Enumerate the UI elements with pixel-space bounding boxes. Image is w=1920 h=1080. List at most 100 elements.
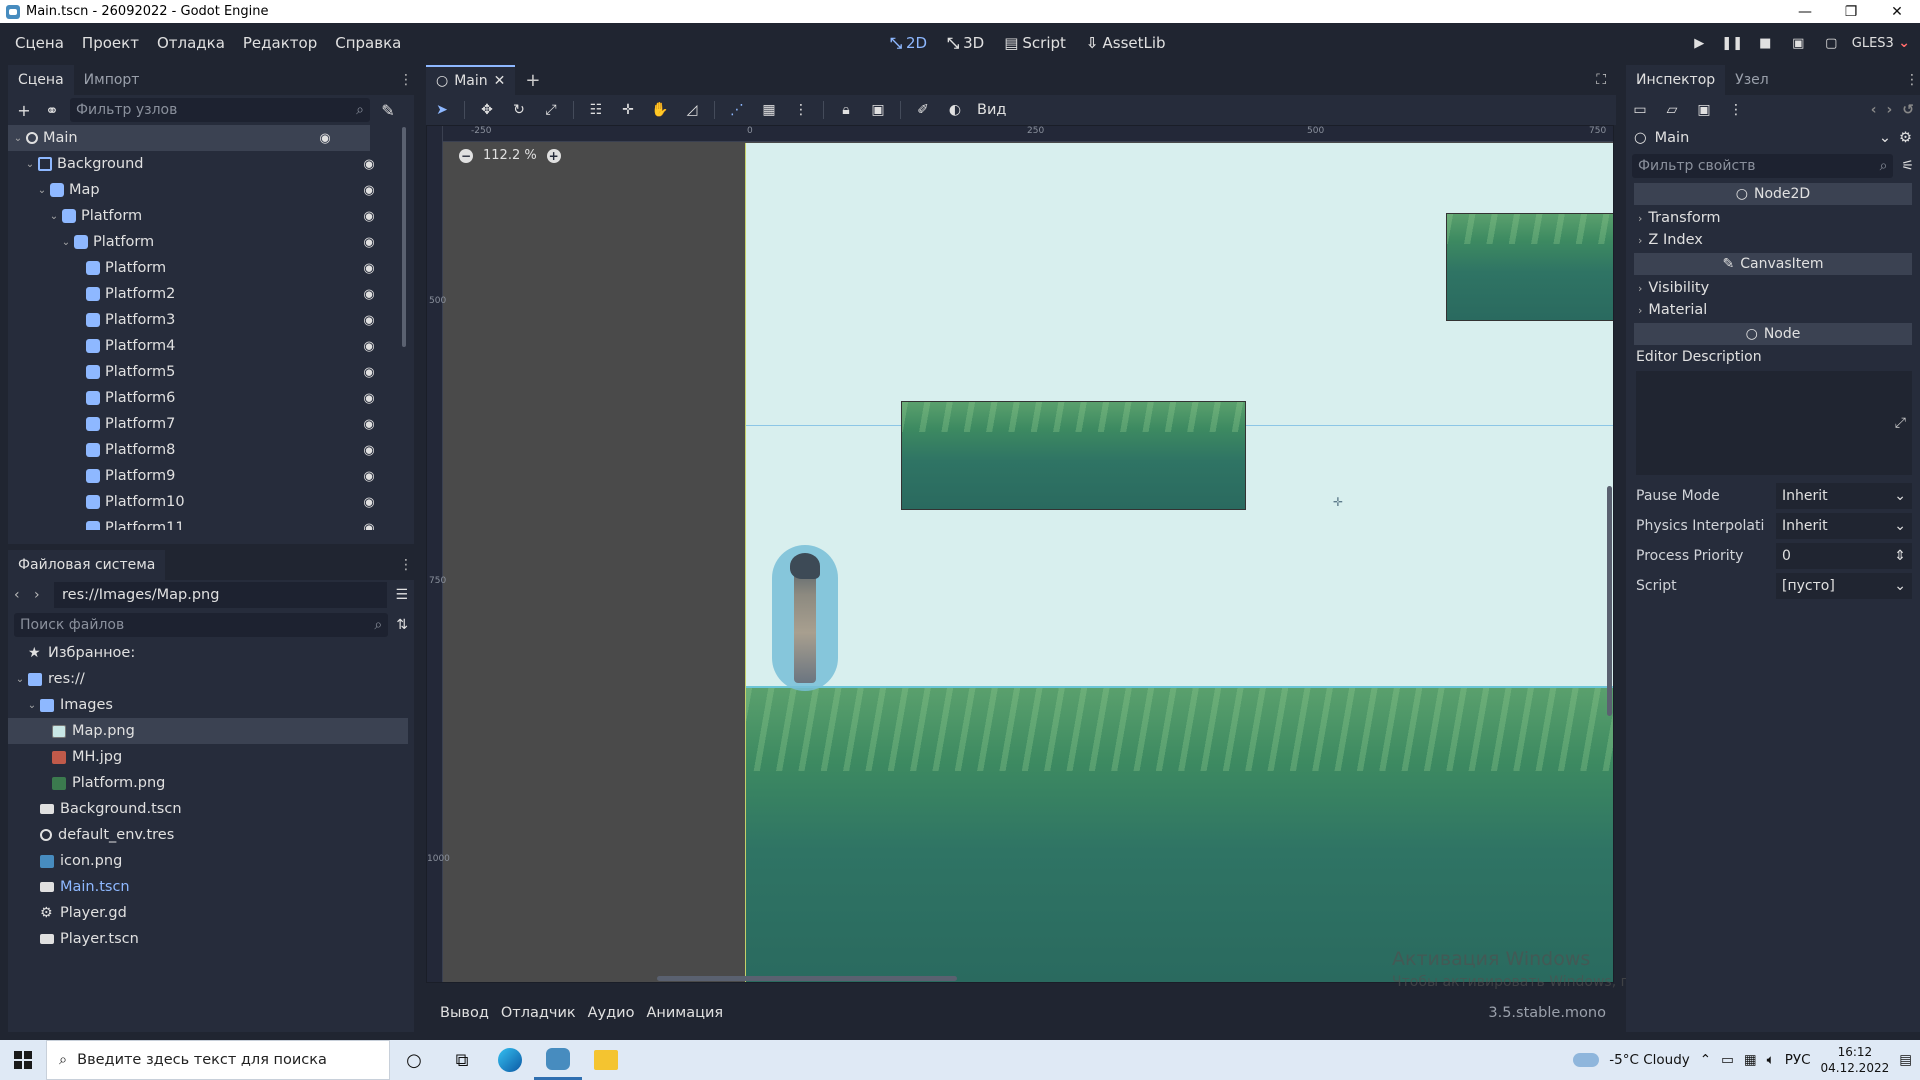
scene-tree-row[interactable]: Platform11 ◉ bbox=[8, 515, 414, 530]
file-row[interactable]: ⚙ Player.gd bbox=[8, 900, 414, 926]
visibility-eye-icon[interactable]: ◉ bbox=[360, 339, 378, 354]
group-icon[interactable]: ▣ bbox=[868, 102, 888, 118]
visibility-eye-icon[interactable]: ◉ bbox=[360, 209, 378, 224]
canvas-viewport[interactable]: -250 0 250 500 750 500 750 1000 − 112.2 … bbox=[426, 125, 1614, 983]
scene-tree-row[interactable]: ⌄ Map ◉ bbox=[8, 177, 414, 203]
scene-tree-row[interactable]: ⌄ Platform ◉ bbox=[8, 203, 414, 229]
tab-import[interactable]: Импорт bbox=[74, 65, 150, 95]
property-dropdown[interactable]: Inherit ⌄ bbox=[1776, 513, 1912, 539]
zoom-in-icon[interactable]: + bbox=[546, 148, 561, 163]
close-window-button[interactable]: ✕ bbox=[1874, 0, 1920, 23]
menu-debug[interactable]: Отладка bbox=[148, 34, 234, 52]
save-icon[interactable]: ▣ bbox=[1696, 102, 1712, 118]
start-button[interactable] bbox=[0, 1040, 46, 1080]
vertical-scrollbar[interactable] bbox=[1607, 486, 1612, 716]
property-filter-input[interactable]: Фильтр свойств ⌕ bbox=[1632, 154, 1894, 178]
notifications-icon[interactable]: ▤ bbox=[1899, 1052, 1912, 1068]
scene-tree-row[interactable]: ⌄ Platform ◉ bbox=[8, 229, 414, 255]
chevron-down-icon[interactable]: ⌄ bbox=[12, 133, 24, 144]
scale-tool-icon[interactable]: ⤢ bbox=[541, 102, 561, 118]
menu-project[interactable]: Проект bbox=[73, 34, 148, 52]
visibility-eye-icon[interactable]: ◉ bbox=[360, 235, 378, 250]
visibility-eye-icon[interactable]: ◉ bbox=[360, 365, 378, 380]
dock-menu-icon[interactable]: ⋮ bbox=[1904, 72, 1920, 88]
tab-debugger[interactable]: Отладчик bbox=[495, 1005, 582, 1021]
zoom-level[interactable]: 112.2 % bbox=[483, 148, 537, 163]
script-attach-icon[interactable]: ✎ bbox=[378, 101, 398, 120]
scene-tree-row[interactable]: ⌄ Background ◉ bbox=[8, 151, 414, 177]
inspected-object[interactable]: ○ Main ⌄ ⚙ bbox=[1626, 125, 1920, 151]
rotate-tool-icon[interactable]: ↻ bbox=[509, 102, 529, 118]
chevron-down-icon[interactable]: ⌄ bbox=[36, 185, 48, 196]
tab-node[interactable]: Узел bbox=[1725, 65, 1779, 95]
chevron-down-icon[interactable]: ⌄ bbox=[24, 159, 36, 170]
lock-icon[interactable]: 🔒︎ bbox=[836, 102, 856, 118]
group-z-index[interactable]: › Z Index bbox=[1626, 229, 1920, 251]
tab-filesystem[interactable]: Файловая система bbox=[8, 550, 166, 580]
history-icon[interactable]: ↺ bbox=[1902, 102, 1914, 118]
file-row[interactable]: ⌄ res:// bbox=[8, 666, 414, 692]
file-row[interactable]: Platform.png bbox=[8, 770, 414, 796]
group-transform[interactable]: › Transform bbox=[1626, 207, 1920, 229]
pause-icon[interactable]: ❚❚ bbox=[1716, 36, 1749, 51]
file-row[interactable]: ⌄ Images bbox=[8, 692, 414, 718]
expand-icon[interactable]: ⤢ bbox=[1895, 415, 1906, 431]
battery-icon[interactable]: ▭ bbox=[1721, 1052, 1734, 1068]
link-icon[interactable]: ⚭ bbox=[42, 101, 62, 120]
minimize-button[interactable]: — bbox=[1782, 0, 1828, 23]
scene-tree-row[interactable]: Platform7 ◉ bbox=[8, 411, 414, 437]
mode-script-button[interactable]: ▤ Script bbox=[994, 34, 1076, 52]
stop-icon[interactable]: ■ bbox=[1749, 36, 1782, 51]
task-view-icon[interactable]: ⧉ bbox=[438, 1040, 486, 1080]
scene-tree-row[interactable]: Platform3 ◉ bbox=[8, 307, 414, 333]
network-icon[interactable]: ▦ bbox=[1744, 1052, 1757, 1068]
chevron-down-icon[interactable]: ⌄ bbox=[60, 237, 72, 248]
platform-top-right[interactable] bbox=[1446, 213, 1613, 321]
tab-scene[interactable]: Сцена bbox=[8, 65, 74, 95]
camera-override-icon[interactable]: ◐ bbox=[945, 102, 965, 118]
file-row[interactable]: MH.jpg bbox=[8, 744, 414, 770]
player-sprite[interactable] bbox=[772, 545, 838, 691]
cortana-icon[interactable]: ○ bbox=[390, 1040, 438, 1080]
tab-output[interactable]: Вывод bbox=[434, 1005, 495, 1021]
group-visibility[interactable]: › Visibility bbox=[1626, 277, 1920, 299]
dock-menu-icon[interactable]: ⋮ bbox=[398, 72, 414, 88]
mode-assetlib-button[interactable]: ⇩ AssetLib bbox=[1076, 34, 1176, 52]
file-row[interactable]: Background.tscn bbox=[8, 796, 414, 822]
scene-tree-scrollbar[interactable] bbox=[402, 127, 406, 347]
tab-audio[interactable]: Аудио bbox=[582, 1005, 641, 1021]
platform-middle[interactable] bbox=[901, 401, 1246, 510]
property-dropdown[interactable]: [пусто] ⌄ bbox=[1776, 573, 1912, 599]
edge-browser-icon[interactable] bbox=[486, 1040, 534, 1080]
split-view-icon[interactable]: ☰ bbox=[395, 587, 408, 603]
add-node-icon[interactable]: + bbox=[14, 101, 34, 120]
visibility-eye-icon[interactable]: ◉ bbox=[360, 521, 378, 531]
open-folder-icon[interactable]: ▱ bbox=[1664, 102, 1680, 118]
visibility-eye-icon[interactable]: ◉ bbox=[360, 417, 378, 432]
mode-3d-button[interactable]: ⤡ 3D bbox=[937, 34, 994, 52]
visibility-eye-icon[interactable]: ◉ bbox=[360, 495, 378, 510]
godot-taskbar-icon[interactable] bbox=[534, 1040, 582, 1080]
file-search-input[interactable]: Поиск файлов ⌕ bbox=[14, 613, 389, 637]
visibility-eye-icon[interactable]: ◉ bbox=[360, 287, 378, 302]
weather-text[interactable]: -5°C Cloudy bbox=[1609, 1052, 1689, 1068]
scene-tree-row[interactable]: ⌄ Main ◉ bbox=[8, 125, 370, 151]
menu-editor[interactable]: Редактор bbox=[234, 34, 326, 52]
visibility-eye-icon[interactable]: ◉ bbox=[316, 131, 334, 146]
play-scene-icon[interactable]: ▣ bbox=[1782, 36, 1815, 51]
filter-settings-icon[interactable]: ⚟ bbox=[1901, 158, 1914, 174]
maximize-button[interactable]: ❐ bbox=[1828, 0, 1874, 23]
forward-icon[interactable]: › bbox=[1886, 102, 1892, 118]
view-menu[interactable]: Вид bbox=[977, 102, 1006, 118]
scene-tree-row[interactable]: Platform2 ◉ bbox=[8, 281, 414, 307]
visibility-eye-icon[interactable]: ◉ bbox=[360, 469, 378, 484]
editor-description-field[interactable]: ⤢ bbox=[1636, 371, 1912, 475]
scene-tab-main[interactable]: ○ Main ✕ bbox=[426, 65, 516, 95]
file-row[interactable]: default_env.tres bbox=[8, 822, 414, 848]
distraction-free-icon[interactable]: ⛶ bbox=[1596, 72, 1606, 88]
move-tool-icon[interactable]: ✥ bbox=[477, 102, 497, 118]
chevron-up-icon[interactable]: ⌃ bbox=[1700, 1052, 1711, 1068]
file-row[interactable]: Player.tscn bbox=[8, 926, 414, 952]
chevron-down-icon[interactable]: ⌄ bbox=[26, 700, 38, 711]
menu-scene[interactable]: Сцена bbox=[6, 34, 73, 52]
